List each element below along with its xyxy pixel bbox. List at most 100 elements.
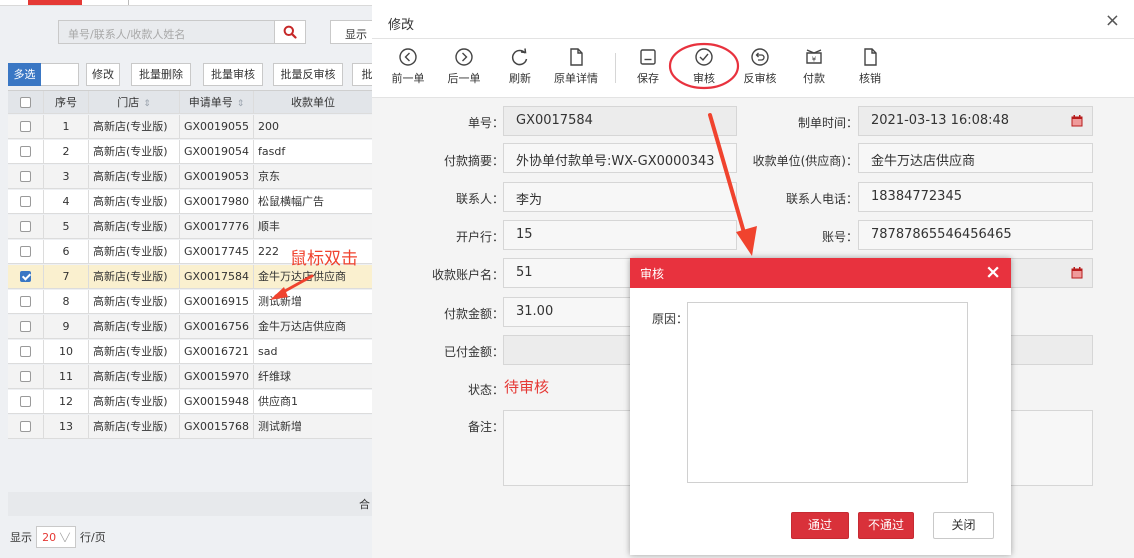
account-no-field[interactable]: 78787865546456465 <box>858 220 1093 250</box>
row-select-cell[interactable] <box>8 290 44 313</box>
row-checkbox[interactable] <box>20 146 31 157</box>
close-icon[interactable]: × <box>985 261 1001 283</box>
batch-unaudit-button[interactable]: 批量反审核 <box>273 63 343 86</box>
search-input[interactable]: 单号/联系人/收款人姓名 <box>58 20 274 44</box>
row-no: 3 <box>44 165 89 188</box>
row-select-cell[interactable] <box>8 415 44 438</box>
table-row[interactable]: 11 高新店(专业版) GX0015970 纤维球 <box>8 365 372 389</box>
multi-select-dropdown[interactable] <box>41 63 79 86</box>
multi-select-button[interactable]: 多选 <box>8 63 41 86</box>
table-row[interactable]: 4 高新店(专业版) GX0017980 松鼠横幅广告 <box>8 190 372 214</box>
column-header-store[interactable]: 门店 ⇕ <box>89 91 180 114</box>
table-row[interactable]: 1 高新店(专业版) GX0019055 200 <box>8 115 372 139</box>
row-apply-no: GX0019055 <box>180 115 254 138</box>
search-button[interactable] <box>274 20 306 44</box>
row-checkbox[interactable] <box>20 421 31 432</box>
dialog-header: 审核 × <box>630 258 1011 288</box>
undo-circle-icon <box>751 48 769 66</box>
row-checkbox[interactable] <box>20 371 31 382</box>
row-no: 4 <box>44 190 89 213</box>
show-button[interactable]: 显示 <box>330 20 372 44</box>
reject-button[interactable]: 不通过 <box>858 512 914 539</box>
row-no: 5 <box>44 215 89 238</box>
row-checkbox[interactable] <box>20 246 31 257</box>
toolbar-divider <box>615 53 616 83</box>
pay-summary-label: 付款摘要： <box>443 154 504 168</box>
table-row[interactable]: 12 高新店(专业版) GX0015948 供应商1 <box>8 390 372 414</box>
check-circle-icon <box>695 48 713 66</box>
row-select-cell[interactable] <box>8 190 44 213</box>
reason-textarea[interactable] <box>687 302 968 483</box>
table-row[interactable]: 3 高新店(专业版) GX0019053 京东 <box>8 165 372 189</box>
writeoff-button[interactable]: 核销 <box>848 47 892 86</box>
column-header-apply-no[interactable]: 申请单号 ⇕ <box>180 91 254 114</box>
row-checkbox[interactable] <box>20 196 31 207</box>
sort-icon[interactable]: ⇕ <box>237 99 245 109</box>
payee-unit-field[interactable]: 金牛万达店供应商 <box>858 143 1093 173</box>
batch-delete-button[interactable]: 批量删除 <box>131 63 191 86</box>
next-bill-button[interactable]: 后一单 <box>442 47 486 86</box>
row-apply-no: GX0017745 <box>180 240 254 263</box>
table-row[interactable]: 8 高新店(专业版) GX0016915 测试新增 <box>8 290 372 314</box>
unaudit-button[interactable]: 反审核 <box>738 47 782 86</box>
row-checkbox[interactable] <box>20 121 31 132</box>
more-toolbar-button[interactable]: 批 <box>352 63 372 86</box>
page-size-value: 20 <box>42 530 57 544</box>
summary-label: 合 <box>359 498 370 511</box>
row-checkbox[interactable] <box>20 221 31 232</box>
row-select-cell[interactable] <box>8 215 44 238</box>
create-time-field[interactable]: 2021-03-13 16:08:48 <box>858 106 1093 136</box>
tab-divider <box>128 0 129 5</box>
calendar-icon[interactable] <box>1062 259 1092 287</box>
account-no-label: 账号： <box>821 230 858 244</box>
next-bill-label: 后一单 <box>447 72 481 85</box>
table-row[interactable]: 13 高新店(专业版) GX0015768 测试新增 <box>8 415 372 439</box>
select-all-cell[interactable] <box>8 91 44 114</box>
table-row[interactable]: 2 高新店(专业版) GX0019054 fasdf <box>8 140 372 164</box>
table-row[interactable]: 9 高新店(专业版) GX0016756 金牛万达店供应商 <box>8 315 372 339</box>
save-button[interactable]: 保存 <box>626 47 670 86</box>
original-detail-button[interactable]: 原单详情 <box>548 47 604 86</box>
close-panel-button[interactable]: × <box>1105 10 1120 31</box>
audit-button[interactable]: 审核 <box>682 47 726 86</box>
row-checkbox[interactable] <box>20 396 31 407</box>
row-checkbox[interactable] <box>20 346 31 357</box>
contact-field[interactable]: 李为 <box>503 182 737 212</box>
batch-audit-button[interactable]: 批量审核 <box>203 63 263 86</box>
table-row[interactable]: 10 高新店(专业版) GX0016721 sad <box>8 340 372 364</box>
calendar-icon[interactable] <box>1062 107 1092 135</box>
select-all-checkbox[interactable] <box>20 97 31 108</box>
bank-field[interactable]: 15 <box>503 220 737 250</box>
row-apply-no: GX0019054 <box>180 140 254 163</box>
edit-button[interactable]: 修改 <box>86 63 120 86</box>
row-select-cell[interactable] <box>8 315 44 338</box>
contact-phone-field[interactable]: 18384772345 <box>858 182 1093 212</box>
active-tab-indicator[interactable] <box>28 0 82 5</box>
reason-label: 原因： <box>652 312 689 326</box>
page-size-select[interactable]: 20 ╲╱ <box>36 526 76 548</box>
row-select-cell[interactable] <box>8 365 44 388</box>
refresh-button[interactable]: 刷新 <box>498 47 542 86</box>
row-select-cell[interactable] <box>8 340 44 363</box>
save-label: 保存 <box>637 72 659 85</box>
prev-bill-button[interactable]: 前一单 <box>386 47 430 86</box>
row-checkbox[interactable] <box>20 171 31 182</box>
row-select-cell[interactable] <box>8 240 44 263</box>
row-select-cell[interactable] <box>8 265 44 288</box>
pay-button[interactable]: ¥ 付款 <box>792 47 836 86</box>
row-checkbox[interactable] <box>20 321 31 332</box>
row-select-cell[interactable] <box>8 165 44 188</box>
pass-button[interactable]: 通过 <box>791 512 849 539</box>
row-store: 高新店(专业版) <box>89 215 180 238</box>
row-checkbox[interactable] <box>20 271 31 282</box>
row-select-cell[interactable] <box>8 140 44 163</box>
pay-summary-field[interactable]: 外协单付款单号:WX-GX0000343 <box>503 143 737 173</box>
table-row[interactable]: 5 高新店(专业版) GX0017776 顺丰 <box>8 215 372 239</box>
row-select-cell[interactable] <box>8 115 44 138</box>
row-select-cell[interactable] <box>8 390 44 413</box>
create-time-label: 制单时间： <box>797 116 858 130</box>
sort-icon[interactable]: ⇕ <box>143 99 151 109</box>
close-dialog-button[interactable]: 关闭 <box>933 512 994 539</box>
row-checkbox[interactable] <box>20 296 31 307</box>
list-panel: 单号/联系人/收款人姓名 显示 多选 修改 批量删除 批量审核 批量反审核 批 … <box>0 0 372 558</box>
